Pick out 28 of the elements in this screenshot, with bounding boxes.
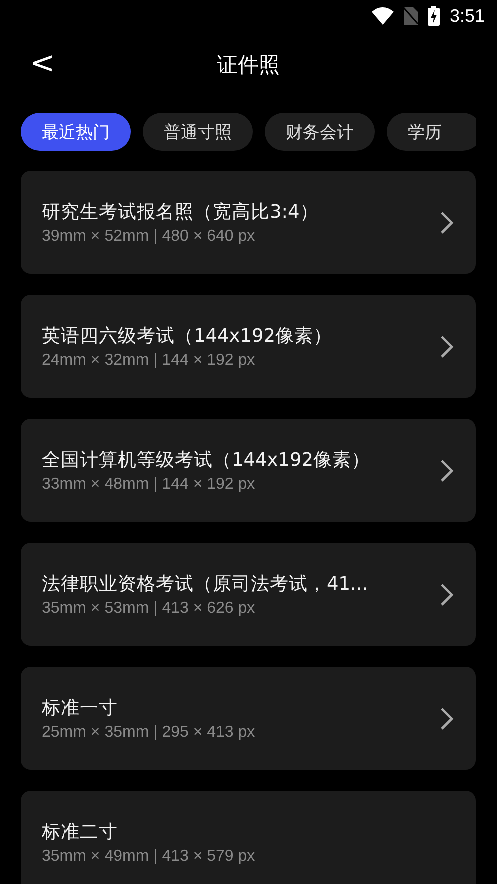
size-title: 英语四六级考试（144x192像素） — [42, 325, 334, 348]
size-dimensions: 33mm × 48mm | 144 × 192 px — [42, 476, 256, 494]
category-tab[interactable]: 普通寸照 — [143, 113, 253, 151]
size-dimensions: 39mm × 52mm | 480 × 640 px — [42, 228, 256, 246]
wifi-icon — [372, 7, 394, 25]
size-dimensions: 35mm × 53mm | 413 × 626 px — [42, 600, 256, 618]
category-tab[interactable]: 最近热门 — [21, 113, 131, 151]
back-button[interactable]: < — [22, 44, 64, 84]
category-tab[interactable]: 学历 — [387, 113, 476, 151]
size-title: 研究生考试报名照（宽高比3:4） — [42, 201, 320, 224]
photo-size-card[interactable]: 标准一寸 25mm × 35mm | 295 × 413 px — [21, 667, 476, 770]
size-title: 法律职业资格考试（原司法考试，41... — [42, 573, 370, 596]
size-title: 标准一寸 — [42, 697, 119, 720]
photo-size-card[interactable]: 标准二寸 35mm × 49mm | 413 × 579 px — [21, 791, 476, 884]
size-title: 全国计算机等级考试（144x192像素） — [42, 449, 372, 472]
status-time: 3:51 — [450, 6, 485, 26]
size-dimensions: 24mm × 32mm | 144 × 192 px — [42, 352, 256, 370]
photo-size-card[interactable]: 研究生考试报名照（宽高比3:4） 39mm × 52mm | 480 × 640 px — [21, 171, 476, 274]
photo-size-card[interactable]: 英语四六级考试（144x192像素） 24mm × 32mm | 144 × 192 px — [21, 295, 476, 398]
size-dimensions: 25mm × 35mm | 295 × 413 px — [42, 724, 256, 742]
photo-size-card[interactable]: 法律职业资格考试（原司法考试，41... 35mm × 53mm | 413 × 626 px — [21, 543, 476, 646]
photo-size-card[interactable]: 全国计算机等级考试（144x192像素） 33mm × 48mm | 144 × 192 px — [21, 419, 476, 522]
category-tab[interactable]: 财务会计 — [265, 113, 375, 151]
battery-charging-icon — [428, 6, 440, 26]
size-dimensions: 35mm × 49mm | 413 × 579 px — [42, 848, 256, 866]
size-title: 标准二寸 — [42, 821, 119, 844]
no-sim-icon — [404, 7, 418, 25]
page-title: 证件照 — [217, 52, 280, 79]
